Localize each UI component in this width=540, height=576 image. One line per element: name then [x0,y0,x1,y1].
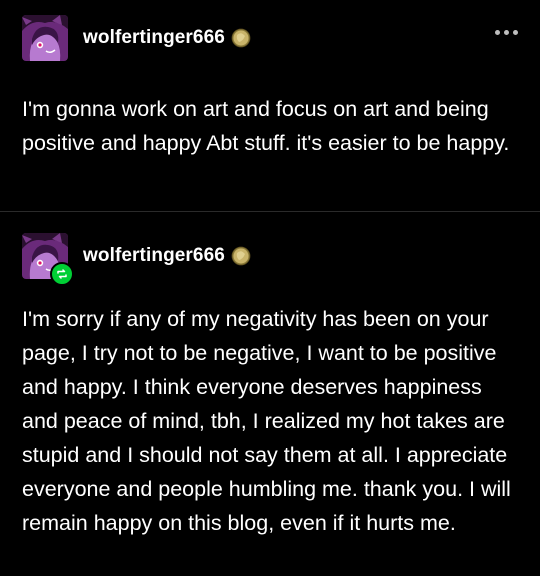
post-header: wolfertinger666 [22,233,251,286]
post-divider [0,211,540,212]
more-options-icon [513,30,518,35]
coin-badge-icon[interactable] [231,28,251,48]
post-header: wolfertinger666 [22,15,251,61]
post-reblog-trail: wolfertinger666 I'm sorry if any of my n… [0,213,540,576]
username[interactable]: wolfertinger666 [83,27,225,49]
post-body: I'm sorry if any of my negativity has be… [22,307,511,535]
avatar[interactable] [22,233,74,286]
reblog-badge [50,262,74,286]
avatar-icon [22,15,68,61]
reblog-icon [57,269,67,279]
username[interactable]: wolfertinger666 [83,245,225,267]
avatar[interactable] [22,15,68,61]
more-options-icon [495,30,500,35]
coin-badge-icon[interactable] [231,246,251,266]
post-body: I'm gonna work on art and focus on art a… [22,97,510,155]
more-options-icon [504,30,509,35]
post-original: wolfertinger666 I'm gonna work on art an… [0,0,540,212]
more-options-button[interactable] [495,30,518,35]
